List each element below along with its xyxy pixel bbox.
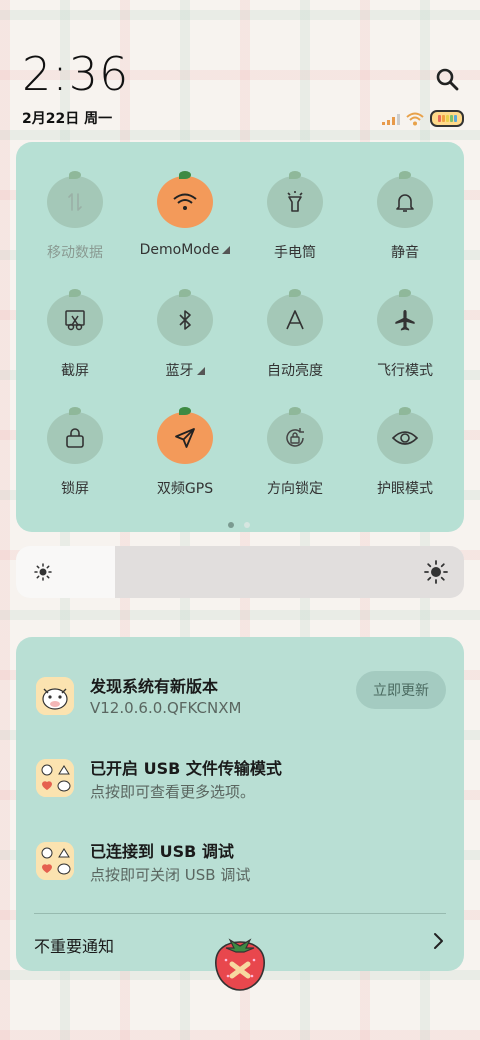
notification-title: 已连接到 USB 调试 bbox=[90, 842, 234, 861]
tile-label: 双频GPS bbox=[156, 481, 214, 497]
tile-label: 移动数据 bbox=[47, 245, 103, 261]
tile-label: 方向锁定 bbox=[267, 481, 323, 497]
tile-circle bbox=[47, 407, 103, 464]
airplane-icon bbox=[395, 310, 415, 331]
date: 2月22日 周一 bbox=[22, 111, 113, 127]
tile-dual-gps[interactable]: 双频GPS bbox=[130, 407, 240, 498]
tile-bluetooth[interactable]: 蓝牙 bbox=[130, 289, 240, 380]
page-dot-active bbox=[228, 522, 234, 528]
tile-circle bbox=[377, 289, 433, 346]
gps-icon bbox=[175, 428, 195, 448]
expand-caret-icon bbox=[196, 367, 205, 375]
search-icon[interactable] bbox=[434, 66, 462, 94]
tile-silent[interactable]: 静音 bbox=[350, 171, 460, 262]
notification-subtitle: 点按即可关闭 USB 调试 bbox=[90, 866, 251, 884]
tile-label-text: DemoMode bbox=[139, 242, 220, 258]
tile-label: 飞行模式 bbox=[377, 363, 433, 379]
tile-screenshot[interactable]: 截屏 bbox=[20, 289, 130, 380]
battery-icon bbox=[430, 110, 464, 127]
page-indicator bbox=[228, 522, 250, 528]
tile-label: 静音 bbox=[391, 245, 419, 261]
rotation-lock-icon bbox=[286, 428, 304, 447]
tile-mobile-data[interactable]: 移动数据 bbox=[20, 171, 130, 262]
screenshot-icon bbox=[65, 310, 85, 331]
tile-label: 自动亮度 bbox=[267, 363, 323, 379]
tile-circle bbox=[157, 171, 213, 228]
minor-notifications-label[interactable]: 不重要通知 bbox=[34, 933, 114, 957]
quick-settings-panel: 移动数据 DemoMode 手电筒 静音 截屏 蓝牙 自动亮度 飞行模式 锁屏 … bbox=[16, 142, 464, 532]
notification-title: 已开启 USB 文件传输模式 bbox=[90, 759, 282, 778]
usb-app-icon bbox=[36, 759, 74, 797]
notification-subtitle: V12.0.6.0.QFKCNXM bbox=[90, 699, 242, 717]
brightness-fill bbox=[16, 546, 115, 598]
wifi-status-icon bbox=[406, 112, 424, 125]
wifi-icon bbox=[173, 193, 197, 210]
tile-circle bbox=[157, 407, 213, 464]
notification-panel: 发现系统有新版本 V12.0.6.0.QFKCNXM 立即更新 已开启 USB … bbox=[16, 637, 464, 971]
tile-airplane[interactable]: 飞行模式 bbox=[350, 289, 460, 380]
tile-auto-brightness[interactable]: 自动亮度 bbox=[240, 289, 350, 380]
tile-circle bbox=[267, 407, 323, 464]
status-bar: 2:36 bbox=[22, 48, 129, 100]
brightness-low-icon bbox=[34, 563, 52, 581]
chevron-right-icon[interactable] bbox=[432, 931, 446, 951]
strawberry-sticker bbox=[215, 938, 265, 991]
tile-label: 护眼模式 bbox=[377, 481, 433, 497]
system-icons bbox=[382, 110, 464, 127]
usb-debug-app-icon bbox=[36, 842, 74, 880]
tile-circle bbox=[157, 289, 213, 346]
tile-label: DemoMode bbox=[130, 242, 240, 258]
tile-label: 截屏 bbox=[61, 363, 89, 379]
tile-rotation-lock[interactable]: 方向锁定 bbox=[240, 407, 350, 498]
tile-lock-screen[interactable]: 锁屏 bbox=[20, 407, 130, 498]
auto-brightness-icon bbox=[286, 310, 304, 330]
divider bbox=[34, 913, 446, 914]
brightness-slider[interactable] bbox=[16, 546, 464, 598]
clock: 2:36 bbox=[22, 47, 130, 101]
update-now-button[interactable]: 立即更新 bbox=[356, 671, 446, 709]
page-dot bbox=[244, 522, 250, 528]
tile-label-text: 蓝牙 bbox=[165, 363, 194, 379]
bluetooth-icon bbox=[179, 310, 191, 330]
tile-circle bbox=[377, 407, 433, 464]
signal-icon bbox=[382, 113, 400, 125]
tile-circle bbox=[267, 171, 323, 228]
tile-label: 蓝牙 bbox=[130, 360, 240, 380]
notification-title: 发现系统有新版本 bbox=[90, 677, 219, 696]
expand-caret-icon bbox=[222, 246, 231, 254]
lock-icon bbox=[66, 428, 84, 448]
tile-label: 手电筒 bbox=[274, 245, 316, 261]
bell-icon bbox=[396, 194, 414, 212]
tile-circle bbox=[267, 289, 323, 346]
tile-circle bbox=[47, 289, 103, 346]
tile-circle bbox=[377, 171, 433, 228]
brightness-high-icon bbox=[424, 560, 448, 584]
tile-demo-mode[interactable]: DemoMode bbox=[130, 171, 240, 258]
brightness-track bbox=[114, 546, 464, 598]
update-app-icon bbox=[36, 677, 74, 715]
tile-eye-care[interactable]: 护眼模式 bbox=[350, 407, 460, 498]
flashlight-icon bbox=[287, 191, 303, 212]
notification-subtitle: 点按即可查看更多选项。 bbox=[90, 783, 256, 801]
mobile-data-icon bbox=[68, 193, 82, 211]
tile-circle bbox=[47, 171, 103, 228]
tile-label: 锁屏 bbox=[61, 481, 89, 497]
eye-icon bbox=[391, 431, 419, 445]
tile-flashlight[interactable]: 手电筒 bbox=[240, 171, 350, 262]
